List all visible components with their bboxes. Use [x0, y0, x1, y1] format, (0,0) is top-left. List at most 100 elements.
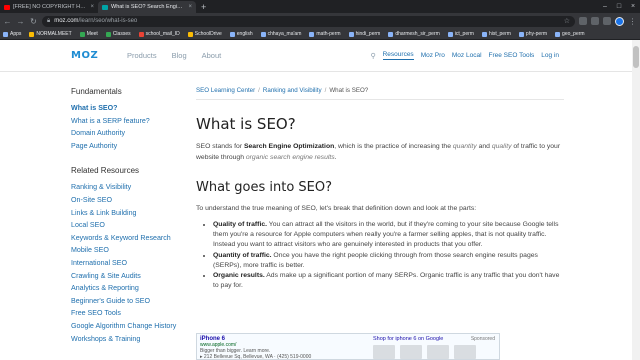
nav-blog[interactable]: Blog [172, 51, 187, 60]
bookmark-label: hist_perm [488, 31, 511, 37]
close-window-icon[interactable]: × [626, 0, 640, 13]
serp-product-thumbnails [373, 345, 476, 359]
reload-icon[interactable]: ↻ [29, 17, 38, 26]
maximize-icon[interactable]: □ [612, 0, 626, 13]
bookmark-label: hindi_perm [355, 31, 381, 37]
serp-shopping-label: Shop for iphone 6 on Google [373, 336, 444, 342]
meet-icon [79, 31, 85, 37]
bookmark-item[interactable]: chhaya_ma'am [260, 31, 301, 37]
classroom-icon [105, 31, 111, 37]
nav-products[interactable]: Products [127, 51, 157, 60]
serp-screenshot-image: iPhone 6 www.apple.com/ Bigger than bigg… [196, 333, 500, 360]
sidebar-item-ranking[interactable]: Ranking & Visibility [71, 181, 191, 194]
bookmark-star-icon[interactable]: ☆ [564, 17, 570, 25]
close-tab-icon[interactable]: × [90, 4, 94, 10]
forward-arrow-icon[interactable]: → [16, 17, 25, 26]
bookmark-item[interactable]: NORMALMEET [29, 31, 72, 37]
primary-nav: Products Blog About [127, 51, 221, 60]
secondary-nav: ⚲ Resources Moz Pro Moz Local Free SEO T… [370, 51, 559, 60]
sidebar-item-beginners-guide[interactable]: Beginner's Guide to SEO [71, 295, 191, 308]
new-tab-button[interactable]: + [196, 1, 211, 13]
lead-emphasis: quantity [452, 143, 477, 150]
lead-text: SEO stands for [196, 143, 244, 150]
lead-emphasis: organic search engine results [245, 153, 335, 161]
bookmark-icon [260, 31, 266, 37]
url-host: moz.com [54, 18, 79, 24]
minimize-icon[interactable]: – [598, 0, 612, 13]
sidebar-item-link-building[interactable]: Links & Link Building [71, 207, 191, 220]
bookmark-item[interactable]: Apps [3, 31, 21, 37]
bookmark-icon [229, 31, 235, 37]
browser-tab-active[interactable]: What is SEO? Search Engine Opt × [98, 1, 196, 13]
site-header: MOZ Products Blog About ⚲ Resources Moz … [0, 40, 632, 72]
close-tab-icon[interactable]: × [188, 4, 192, 10]
lock-icon[interactable]: 🔒︎ [47, 18, 50, 25]
sidebar-item-domain-authority[interactable]: Domain Authority [71, 127, 191, 140]
profile-avatar[interactable] [615, 16, 624, 26]
nav-moz-local[interactable]: Moz Local [452, 52, 482, 59]
sidebar-item-page-authority[interactable]: Page Authority [71, 140, 191, 153]
address-bar[interactable]: 🔒︎ moz.com/learn/seo/what-is-seo ☆ [42, 15, 575, 27]
browser-tab[interactable]: [FREE] NO COPYRIGHT Hard × [0, 1, 98, 13]
puzzle-icon[interactable] [603, 17, 611, 25]
serp-sponsored-label: Sponsored [470, 336, 495, 342]
bookmark-item[interactable]: geo_perm [555, 31, 585, 37]
bookmark-icon [447, 31, 453, 37]
breadcrumb-link[interactable]: Ranking and Visibility [263, 87, 322, 94]
nav-moz-pro[interactable]: Moz Pro [421, 52, 445, 59]
bookmark-label: geo_perm [562, 31, 585, 37]
breadcrumb-link[interactable]: SEO Learning Center [196, 87, 255, 94]
sidebar-item-mobile-seo[interactable]: Mobile SEO [71, 244, 191, 257]
nav-about[interactable]: About [202, 51, 222, 60]
sidebar-item-what-is-seo[interactable]: What is SEO? [71, 102, 191, 115]
bookmark-item[interactable]: SchoolDrive [187, 31, 222, 37]
list-item-heading: Quantity of traffic. [213, 251, 272, 259]
mail-icon [138, 31, 144, 37]
window-controls: – □ × [598, 0, 640, 13]
sidebar-item-international-seo[interactable]: International SEO [71, 257, 191, 270]
scrollbar-thumb[interactable] [633, 46, 639, 68]
tab-title: What is SEO? Search Engine Opt [111, 4, 186, 10]
bookmark-item[interactable]: phy-perm [518, 31, 548, 37]
sidebar-item-analytics[interactable]: Analytics & Reporting [71, 282, 191, 295]
bookmark-label: ict_perm [454, 31, 474, 37]
moz-logo[interactable]: MOZ [71, 50, 98, 61]
bookmark-item[interactable]: ict_perm [447, 31, 474, 37]
article: SEO Learning Center / Ranking and Visibili… [196, 87, 564, 291]
nav-free-seo-tools[interactable]: Free SEO Tools [489, 52, 535, 59]
bookmark-item[interactable]: english [229, 31, 253, 37]
page-scrollbar[interactable] [632, 40, 640, 360]
bookmark-item[interactable]: dharmesh_sir_perm [388, 31, 440, 37]
kebab-menu-icon[interactable]: ⋮ [628, 17, 637, 26]
back-arrow-icon[interactable]: ← [3, 17, 12, 26]
bookmark-item[interactable]: math-perm [309, 31, 341, 37]
bookmark-item[interactable]: hindi_perm [348, 31, 381, 37]
sidebar-item-algorithm-history[interactable]: Google Algorithm Change History [71, 320, 191, 333]
sidebar-item-local-seo[interactable]: Local SEO [71, 219, 191, 232]
sidebar-item-free-seo-tools[interactable]: Free SEO Tools [71, 307, 191, 320]
bookmark-label: phy-perm [525, 31, 548, 37]
url-text[interactable]: moz.com/learn/seo/what-is-seo [54, 18, 560, 24]
search-icon[interactable]: ⚲ [370, 52, 375, 60]
sidebar-item-workshops[interactable]: Workshops & Training [71, 333, 191, 346]
bookmark-item[interactable]: Classes [105, 31, 131, 37]
page-title: What is SEO? [196, 115, 296, 133]
extension-icon[interactable] [591, 17, 599, 25]
bookmark-item[interactable]: hist_perm [481, 31, 511, 37]
bookmark-label: SchoolDrive [194, 31, 222, 37]
extension-icon[interactable] [579, 17, 587, 25]
sidebar-item-crawling[interactable]: Crawling & Site Audits [71, 270, 191, 283]
nav-resources[interactable]: Resources [382, 51, 414, 60]
bookmarks-bar: Apps NORMALMEET Meet Classes school_mail… [0, 29, 640, 40]
bookmark-item[interactable]: Meet [79, 31, 98, 37]
sidebar-item-on-site-seo[interactable]: On-Site SEO [71, 194, 191, 207]
list-item-heading: Quality of traffic. [213, 221, 268, 228]
web-page: MOZ Products Blog About ⚲ Resources Moz … [0, 40, 632, 360]
definition-paragraph: SEO stands for Search Engine Optimizatio… [196, 142, 562, 163]
sidebar-item-serp-feature[interactable]: What is a SERP feature? [71, 115, 191, 128]
bookmark-item[interactable]: school_mail_ID [138, 31, 180, 37]
sidebar-item-keywords[interactable]: Keywords & Keyword Research [71, 232, 191, 245]
bookmark-label: english [236, 31, 253, 37]
sidebar: Fundamentals What is SEO? What is a SERP… [71, 87, 191, 359]
login-link[interactable]: Log in [541, 52, 559, 59]
